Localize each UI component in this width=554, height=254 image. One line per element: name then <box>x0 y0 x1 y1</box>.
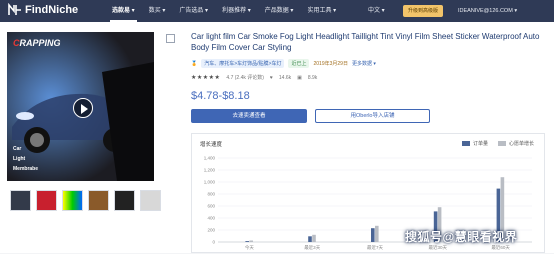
thumbnail-5[interactable] <box>114 190 135 211</box>
x-tick-label: 最近60天 <box>491 244 510 251</box>
y-tick-label: 0 <box>212 240 215 245</box>
nav-item-select[interactable]: 选款易 ▾ <box>110 0 137 22</box>
more-data-link[interactable]: 更多数据 ▾ <box>352 60 376 67</box>
favorite-checkbox[interactable] <box>166 34 175 43</box>
y-tick-label: 200 <box>207 228 215 233</box>
main-nav: 选款易 ▾ 数买 ▾ 广告选品 ▾ 利器推荐 ▾ 产品数据 ▾ 实用工具 ▾ <box>110 0 338 22</box>
bar <box>371 228 375 242</box>
product-title[interactable]: Car light film Car Smoke Fog Light Headl… <box>191 31 551 53</box>
account-menu[interactable]: IDEANIVE@126.COM ▾ <box>458 0 517 22</box>
x-tick-label: 最近7天 <box>367 244 384 251</box>
bar <box>375 225 379 242</box>
thumbnail-1[interactable] <box>10 190 31 211</box>
bar <box>245 241 249 242</box>
watermark-text: 搜狐号@慧眼看视界 <box>405 230 518 244</box>
image-brand-text: CRAPPING <box>13 38 61 48</box>
language-selector[interactable]: 中文 ▾ <box>368 0 385 22</box>
y-tick-label: 1,200 <box>204 168 216 173</box>
upgrade-button[interactable]: 升级到高级版 <box>403 5 443 17</box>
findniche-logo[interactable]: FindNiche <box>8 3 78 17</box>
logo-text: FindNiche <box>25 4 79 16</box>
y-tick-label: 600 <box>207 204 215 209</box>
image-label-light: Light <box>13 156 26 162</box>
nav-item-utilities[interactable]: 实用工具 ▾ <box>305 0 338 22</box>
y-tick-label: 1,400 <box>204 156 216 161</box>
product-stats: ★★★★★ 4.7 (2.4k 评论数) ♥ 14.6k ▣ 8.9k <box>191 74 318 82</box>
product-meta: 🏅 汽车、摩托车>车灯饰品/贴膜>车灯 近已上 2019年3月29日 更多数据 … <box>191 59 376 68</box>
nav-item-ads[interactable]: 广告选品 ▾ <box>177 0 210 22</box>
rating-text: 4.7 (2.4k 评论数) <box>226 75 264 81</box>
category-tag[interactable]: 汽车、摩托车>车灯饰品/贴膜>车灯 <box>201 59 285 68</box>
y-tick-label: 1,000 <box>204 180 216 185</box>
likes-count: 14.6k <box>278 74 292 81</box>
bar <box>308 236 312 242</box>
image-label-car: Car <box>13 146 22 152</box>
thumbnail-strip <box>10 190 161 211</box>
y-tick-label: 800 <box>207 192 215 197</box>
findniche-logo-icon <box>8 3 21 15</box>
import-oberlo-button[interactable]: 用Oberlo导入店铺 <box>315 109 430 123</box>
thumbnail-6[interactable] <box>140 190 161 211</box>
heart-icon: ♥ <box>269 74 273 81</box>
orders-icon: ▣ <box>297 74 302 81</box>
price-range: $4.78-$8.18 <box>191 90 250 102</box>
y-tick-label: 400 <box>207 216 215 221</box>
rating-stars-icon: ★★★★★ <box>191 75 221 81</box>
top-navigation-bar: FindNiche 选款易 ▾ 数买 ▾ 广告选品 ▾ 利器推荐 ▾ 产品数据 … <box>0 0 554 22</box>
listing-date: 2019年3月29日 <box>313 61 348 67</box>
product-image[interactable]: CRAPPING Car Light Membrabe <box>7 32 154 181</box>
thumbnail-3[interactable] <box>62 190 83 211</box>
thumbnail-4[interactable] <box>88 190 109 211</box>
x-tick-label: 最近30天 <box>429 244 448 251</box>
x-tick-label: 最近3天 <box>304 244 321 251</box>
play-video-icon[interactable] <box>73 98 93 118</box>
bar <box>312 234 316 242</box>
bar <box>249 240 253 242</box>
view-on-aliexpress-button[interactable]: 去速卖通查看 <box>191 109 307 123</box>
x-tick-label: 今天 <box>245 244 254 251</box>
status-badge: 近已上 <box>288 59 310 68</box>
nav-item-product-data[interactable]: 产品数据 ▾ <box>263 0 296 22</box>
nav-item-buy[interactable]: 数买 ▾ <box>147 0 168 22</box>
image-label-membrane: Membrabe <box>13 166 39 172</box>
nav-item-tools-recommend[interactable]: 利器推荐 ▾ <box>220 0 253 22</box>
badge-icon: 🏅 <box>191 60 198 67</box>
thumbnail-2[interactable] <box>36 190 57 211</box>
orders-count: 8.9k <box>307 74 318 81</box>
